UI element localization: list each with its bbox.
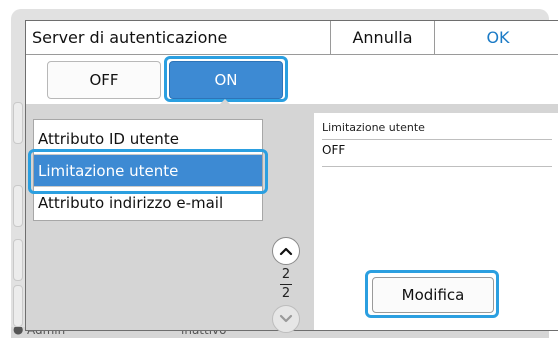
edit-button[interactable]: Modifica xyxy=(372,277,494,313)
toggle-off-button[interactable]: OFF xyxy=(47,61,161,99)
chevron-up-icon xyxy=(279,247,293,256)
list-pager: 2 2 xyxy=(272,232,300,333)
on-off-toggle: OFF ON xyxy=(26,55,558,103)
cancel-button[interactable]: Annulla xyxy=(330,21,434,54)
detail-value: OFF xyxy=(322,143,346,157)
user-icon: ● xyxy=(13,327,24,336)
background-tab xyxy=(13,239,23,281)
detail-divider xyxy=(322,139,552,140)
dialog-title: Server di autenticazione xyxy=(32,28,228,47)
background-tab xyxy=(13,285,23,327)
focus-ring-list-item xyxy=(28,149,268,194)
chevron-down-icon xyxy=(279,314,293,323)
page-total: 2 xyxy=(281,286,291,301)
detail-divider xyxy=(322,166,552,167)
page-fraction-line xyxy=(280,284,292,285)
authentication-server-dialog: Server di autenticazione Annulla OK OFF … xyxy=(25,20,558,333)
dialog-header: Server di autenticazione Annulla OK xyxy=(26,21,558,55)
background-tab xyxy=(13,185,23,227)
settings-body: Attributo ID utente Limitazione utente A… xyxy=(26,104,558,333)
background-tab xyxy=(13,102,23,144)
toggle-on-button[interactable]: ON xyxy=(169,61,283,99)
page-up-button[interactable] xyxy=(272,237,300,265)
page-current: 2 xyxy=(281,267,291,282)
page-down-button[interactable] xyxy=(272,305,300,333)
detail-panel: Limitazione utente OFF Modifica xyxy=(314,113,558,330)
detail-label: Limitazione utente xyxy=(322,121,425,134)
ok-button[interactable]: OK xyxy=(434,21,558,54)
